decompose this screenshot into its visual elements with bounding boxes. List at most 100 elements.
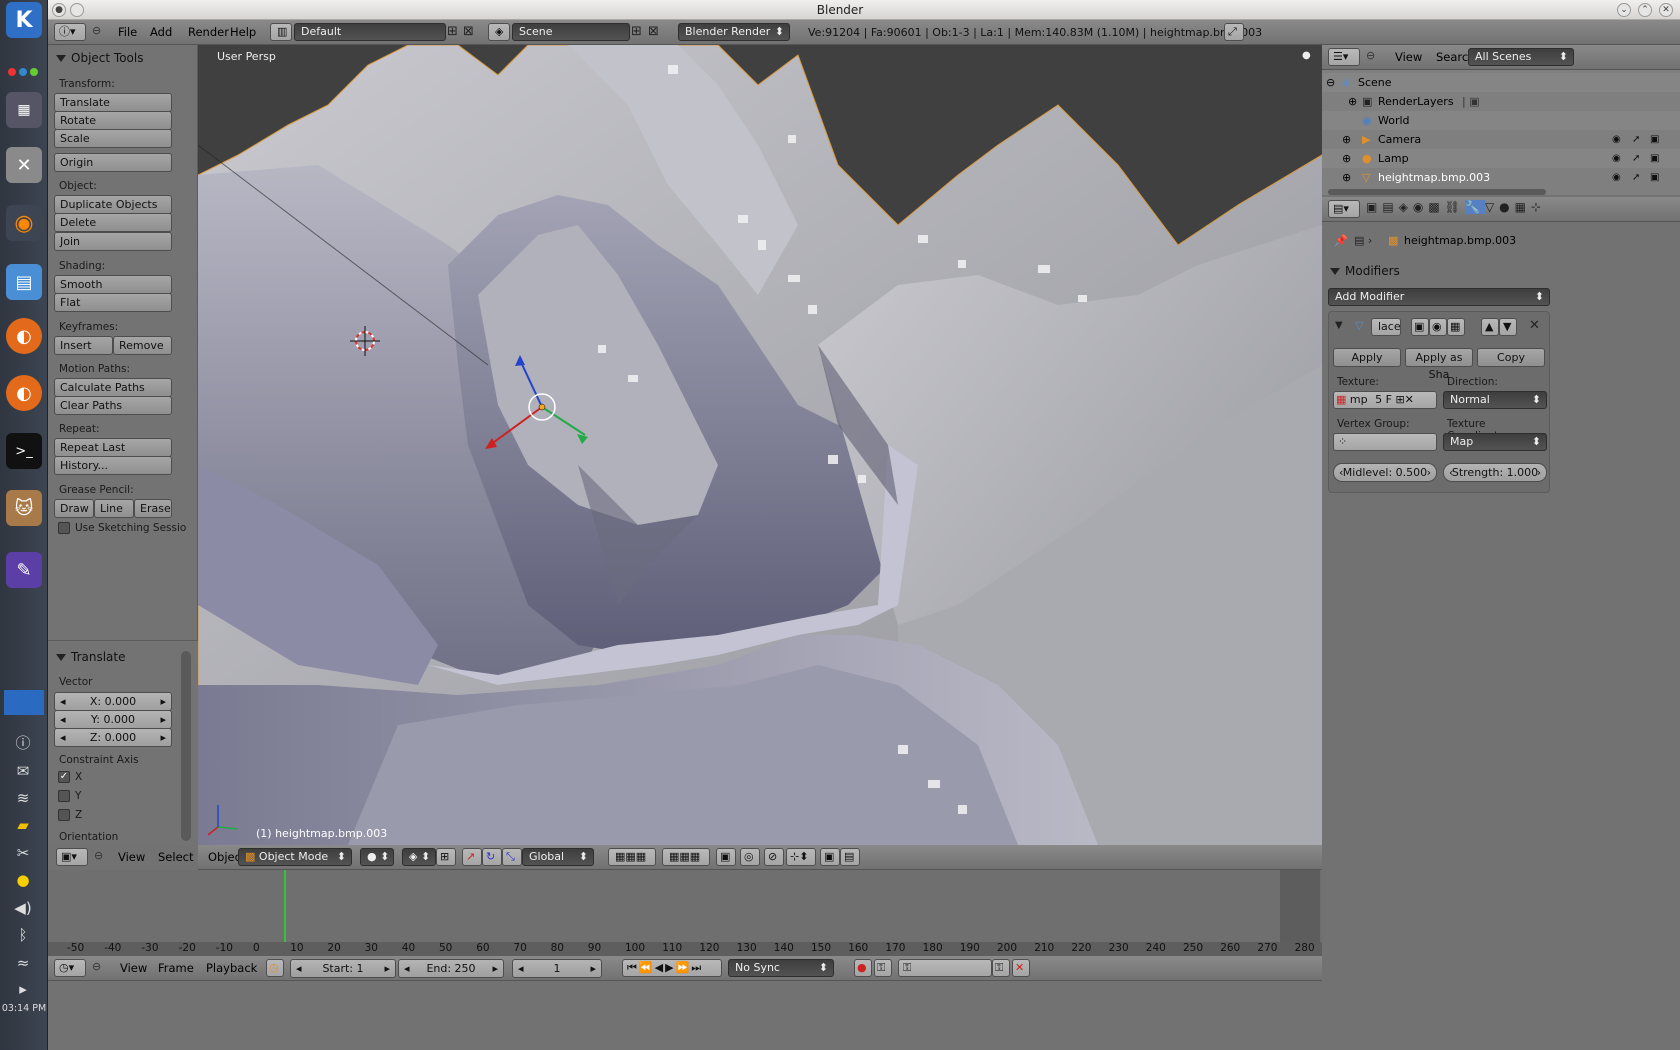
folder-icon[interactable]: ▰ [12, 814, 34, 836]
render-anim-opengl-icon[interactable]: ▤ [840, 848, 860, 866]
texture-fake-user[interactable]: F [1386, 393, 1392, 406]
apply-as-shape-button[interactable]: Apply as Sha [1405, 348, 1473, 381]
render-opengl-icon[interactable]: ▣ [820, 848, 840, 866]
fullscreen-icon[interactable]: ⤢ [1224, 23, 1244, 41]
world-tab-icon[interactable]: ◉ [1413, 200, 1428, 214]
pin-icon[interactable]: 📌 [1334, 234, 1348, 247]
insert-keyframe-icon[interactable]: ⚿ [992, 959, 1010, 977]
scissors-icon[interactable]: ✂ [12, 842, 34, 864]
scale-button[interactable]: Scale [54, 129, 172, 148]
render-camera-icon[interactable]: ▣ [1650, 168, 1659, 187]
new-texture-icon[interactable]: ⊞ [1395, 393, 1404, 406]
texture-users[interactable]: 5 [1375, 393, 1382, 406]
grease-line-button[interactable]: Line [94, 499, 134, 518]
visibility-eye-icon[interactable]: ◉ [1612, 149, 1621, 168]
remove-scene-icon[interactable]: ⊠ [648, 24, 659, 39]
file-manager-icon[interactable]: ▤ [6, 264, 42, 300]
collapse-menu-icon[interactable]: ⊖ [92, 24, 101, 37]
join-button[interactable]: Join [54, 232, 172, 251]
duplicate-objects-button[interactable]: Duplicate Objects [54, 195, 172, 214]
strength-field[interactable]: ‹ Strength: 1.000 › [1443, 463, 1547, 482]
windows-icon[interactable]: ▦ [6, 92, 42, 128]
translate-manipulator-icon[interactable]: ↗ [462, 848, 482, 866]
grease-erase-button[interactable]: Erase [134, 499, 172, 518]
calculate-paths-button[interactable]: Calculate Paths [54, 378, 172, 397]
play-reverse-icon[interactable]: ◀ [655, 961, 665, 974]
translate-panel-header[interactable]: Translate [56, 650, 126, 664]
network-icon[interactable]: ≋ [12, 787, 34, 809]
operator-panel-scrollbar[interactable] [181, 651, 191, 841]
texture-field[interactable]: ▦ mp 5 F ⊞✕ [1333, 391, 1437, 409]
outliner-row-scene[interactable]: ⊖ ◈ Scene [1322, 73, 1680, 92]
collapse-menu-icon[interactable]: ⊖ [1366, 49, 1375, 62]
rotate-button[interactable]: Rotate [54, 111, 172, 130]
material-tab-icon[interactable]: ● [1499, 200, 1514, 214]
timeline-ruler[interactable]: -50 -40 -30 -20 -10 0 10 20 30 40 50 60 70 80 90 100 110… [48, 942, 1322, 956]
delete-keyframe-icon[interactable]: ✕ [1012, 959, 1030, 977]
outliner-row-lamp[interactable]: ⊕ ● Lamp ◉ ➚ ▣ [1322, 149, 1680, 168]
volume-icon[interactable]: ◀) [12, 897, 34, 919]
constraint-y-checkbox[interactable] [58, 790, 70, 802]
xfig-icon[interactable]: ✕ [6, 147, 42, 183]
editor-type-properties-button[interactable]: ▤▾ [1328, 200, 1360, 218]
bluetooth-icon[interactable]: ᛒ [12, 924, 34, 946]
vector-x-field[interactable]: ◂ X: 0.000 ▸ [54, 692, 172, 711]
move-up-icon[interactable]: ▲ [1481, 318, 1499, 336]
terminal-icon[interactable]: >_ [6, 433, 42, 469]
midlevel-field[interactable]: ‹ Midlevel: 0.500 › [1333, 463, 1437, 482]
play-icon[interactable]: ▶ [665, 961, 675, 974]
cat-app-icon[interactable]: 🐱 [6, 490, 42, 526]
menu-help[interactable]: Help [230, 25, 256, 39]
pidgin-icon[interactable]: ✎ [6, 552, 42, 588]
close-window-icon[interactable]: ✕ [1659, 3, 1673, 17]
object-mode-dropdown[interactable]: ▩ Object Mode ⬍ [238, 848, 352, 866]
insert-keyframe-button[interactable]: Insert [54, 336, 113, 355]
screen-layout-field[interactable]: Default [294, 23, 446, 41]
object-tab-icon[interactable]: ▩ [1428, 200, 1444, 214]
select-arrow-icon[interactable]: ➚ [1632, 149, 1640, 168]
add-layout-icon[interactable]: ⊞ [447, 24, 458, 39]
add-scene-icon[interactable]: ⊞ [631, 24, 642, 39]
record-icon[interactable]: ● [854, 959, 872, 977]
minimize-icon[interactable]: ⌄ [1617, 3, 1631, 17]
jump-start-icon[interactable]: ⏮ [627, 961, 639, 974]
outliner-scrollbar[interactable] [1328, 189, 1546, 195]
remove-layout-icon[interactable]: ⊠ [463, 24, 474, 39]
select-arrow-icon[interactable]: ➚ [1632, 130, 1640, 149]
texture-tab-icon[interactable]: ▦ [1515, 200, 1531, 214]
render-camera-icon[interactable]: ▣ [1650, 130, 1659, 149]
render-toggle-icon[interactable]: ▣ [1411, 318, 1429, 336]
menu-render[interactable]: Render [188, 25, 229, 39]
transform-orientation-dropdown[interactable]: Global ⬍ [522, 848, 594, 866]
modifiers-tab-icon[interactable]: 🔧 [1464, 200, 1485, 214]
remove-keyframe-button[interactable]: Remove [113, 336, 172, 355]
desktop-preview-icon[interactable] [4, 690, 44, 715]
scene-field[interactable]: Scene [512, 23, 630, 41]
select-menu[interactable]: Select [158, 850, 193, 864]
proportional-edit-icon[interactable]: ◎ [740, 848, 760, 866]
physics-tab-icon[interactable]: ⊹ [1531, 200, 1546, 214]
3d-viewport[interactable]: User Persp ● (1) heightmap.bmp.003 [198, 45, 1322, 845]
flat-button[interactable]: Flat [54, 293, 172, 312]
editor-type-timeline-button[interactable]: ◷▾ [54, 959, 86, 977]
transform-manipulator-icon[interactable] [480, 350, 590, 460]
outliner-filter-dropdown[interactable]: All Scenes ⬍ [1468, 48, 1574, 66]
outliner-row-world[interactable]: ◉ World [1322, 111, 1680, 130]
layers-tab-icon[interactable]: ▤ [1382, 200, 1398, 214]
blender-app-icon[interactable]: ◉ [6, 205, 42, 241]
scale-manipulator-icon[interactable]: ⤡ [502, 848, 522, 866]
render-tab-icon[interactable]: ▣ [1366, 200, 1382, 214]
clear-paths-button[interactable]: Clear Paths [54, 396, 172, 415]
vector-y-field[interactable]: ◂ Y: 0.000 ▸ [54, 710, 172, 729]
outliner-row-heightmap[interactable]: ⊕ ▽ heightmap.bmp.003 ◉ ➚ ▣ [1322, 168, 1680, 187]
keying-set-field[interactable]: ⚿ [898, 959, 992, 977]
texture-coordinates-dropdown[interactable]: Map ⬍ [1443, 433, 1547, 451]
sketching-checkbox[interactable] [58, 522, 70, 534]
modifier-name-field[interactable]: lace [1371, 318, 1401, 336]
expand-tray-icon[interactable]: ▸ [12, 978, 34, 1000]
unlink-texture-icon[interactable]: ✕ [1405, 393, 1414, 406]
firefox-icon-2[interactable]: ◐ [6, 375, 42, 411]
visibility-eye-icon[interactable]: ◉ [1612, 130, 1621, 149]
translate-button[interactable]: Translate [54, 93, 172, 112]
constraints-tab-icon[interactable]: ⛓ [1445, 200, 1465, 214]
